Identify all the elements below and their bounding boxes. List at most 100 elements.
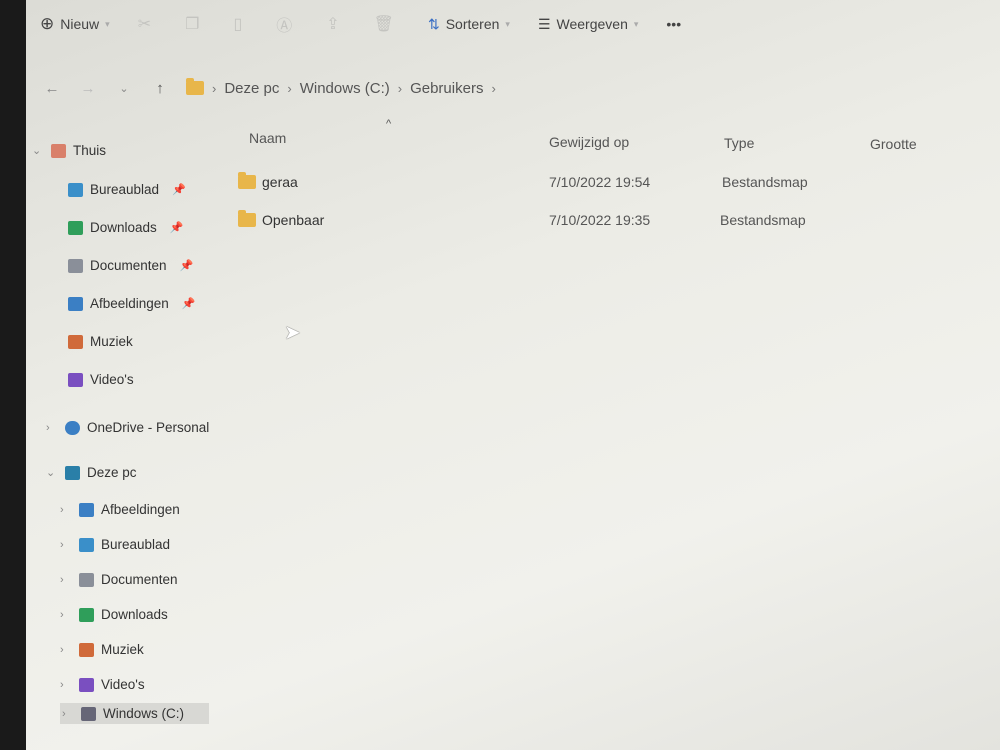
folder-icon (238, 210, 256, 227)
chevron-right-icon: › (62, 707, 66, 720)
folder-icon (79, 607, 94, 622)
folder-icon (79, 502, 94, 517)
sidebar-item[interactable]: ⌄ Deze pc (46, 465, 137, 480)
trash-icon: 🗑 (373, 16, 394, 33)
sidebar-item[interactable]: › Afbeeldingen (60, 502, 180, 517)
pin-icon: 📌 (172, 184, 186, 196)
home-icon (51, 143, 66, 158)
folder-icon (68, 220, 83, 235)
recent-chevron-icon[interactable]: ⌄ (106, 82, 142, 95)
folder-icon (79, 537, 94, 552)
folder-icon (79, 642, 94, 657)
chevron-right-icon: › (60, 538, 64, 551)
rename-button[interactable]: Ⓐ (276, 12, 292, 36)
share-icon: ⇪ (326, 16, 340, 33)
file-name: Openbaar (262, 212, 325, 228)
sidebar-item[interactable]: › OneDrive - Personal (46, 420, 209, 435)
back-arrow-icon[interactable]: ← (34, 80, 70, 97)
scissors-icon: ✂ (137, 16, 152, 33)
share-button[interactable]: ⇪ (326, 14, 339, 34)
sidebar-item[interactable]: › Documenten (60, 572, 178, 587)
monitor-icon (65, 465, 80, 480)
forward-arrow-icon[interactable]: → (70, 80, 106, 97)
navigation-bar: ← → ⌄ ↑ › Deze pc › Windows (C:) › Gebru… (26, 70, 1000, 106)
file-row[interactable]: Openbaar 7/10/2022 19:35 Bestandsmap (234, 206, 1000, 236)
sort-ascending-icon: ^ (386, 118, 392, 130)
more-button[interactable]: ••• (666, 16, 681, 32)
sidebar-item[interactable]: › Windows (C:) (60, 703, 210, 724)
up-arrow-icon[interactable]: ↑ (142, 80, 178, 97)
sidebar-item[interactable]: › Downloads (60, 607, 168, 622)
sidebar-item[interactable]: Afbeeldingen 📌 (68, 296, 196, 311)
file-row[interactable]: geraa 7/10/2022 19:54 Bestandsmap (234, 168, 1000, 198)
folder-icon (79, 572, 94, 587)
cloud-icon (65, 420, 80, 435)
chevron-down-icon: ⌄ (46, 467, 56, 479)
sidebar-item[interactable]: ⌄ Thuis (32, 143, 106, 158)
column-header-name[interactable]: Naam (249, 130, 286, 146)
chevron-right-icon: › (46, 421, 50, 434)
sidebar-item[interactable]: Documenten 📌 (68, 258, 193, 273)
file-type: Bestandsmap (720, 212, 806, 228)
list-icon: ☰ (537, 15, 551, 32)
chevron-down-icon: ▾ (633, 18, 639, 29)
mouse-cursor-icon: ➤ (284, 322, 301, 344)
command-bar: ⊕ Nieuw ▾ ✂ ❐ ▯ Ⓐ ⇪ 🗑 ⇅ Sorteren ▾ ☰ Weergeve… (26, 0, 1000, 48)
sort-button[interactable]: ⇅ Sorteren ▾ (428, 16, 510, 33)
rename-icon: Ⓐ (276, 18, 293, 35)
folder-icon (79, 677, 94, 692)
folder-icon (68, 372, 83, 387)
sidebar-item[interactable]: › Bureaublad (60, 537, 170, 552)
view-button[interactable]: ☰ Weergeven ▾ (538, 16, 638, 33)
file-type: Bestandsmap (722, 174, 808, 190)
chevron-right-icon: › (397, 80, 403, 96)
chevron-right-icon: › (60, 573, 64, 586)
folder-icon (68, 182, 83, 197)
column-header-type[interactable]: Type (724, 135, 754, 151)
breadcrumb-item[interactable]: Gebruikers (410, 80, 483, 97)
file-explorer-window: ⊕ Nieuw ▾ ✂ ❐ ▯ Ⓐ ⇪ 🗑 ⇅ Sorteren ▾ ☰ Weergeve… (26, 0, 1000, 750)
copy-button[interactable]: ❐ (185, 14, 199, 34)
folder-icon (186, 78, 204, 95)
sort-icon: ⇅ (427, 15, 440, 32)
paste-button[interactable]: ▯ (233, 14, 242, 34)
copy-icon: ❐ (185, 16, 200, 33)
cut-button[interactable]: ✂ (138, 14, 151, 34)
breadcrumb-item[interactable]: Windows (C:) (300, 80, 390, 97)
plus-circle-icon: ⊕ (40, 14, 55, 33)
clipboard-icon: ▯ (233, 16, 243, 33)
pin-icon: 📌 (169, 222, 184, 234)
sidebar-item[interactable]: Muziek (68, 334, 133, 349)
delete-button[interactable]: 🗑 (374, 14, 394, 34)
chevron-right-icon: › (60, 608, 64, 621)
sidebar-item[interactable]: Video's (68, 372, 134, 387)
sidebar-item[interactable]: › Video's (60, 677, 145, 692)
pin-icon: 📌 (179, 260, 194, 272)
chevron-right-icon: › (491, 80, 496, 96)
chevron-right-icon: › (60, 643, 64, 656)
sidebar-item[interactable]: › Muziek (60, 642, 144, 657)
sidebar-item[interactable]: Bureaublad 📌 (68, 182, 186, 197)
file-name: geraa (262, 174, 298, 190)
folder-icon (81, 706, 96, 721)
chevron-down-icon: ▾ (105, 18, 110, 29)
folder-icon (68, 296, 83, 311)
sidebar-item[interactable]: Downloads 📌 (68, 220, 184, 235)
chevron-right-icon: › (287, 80, 292, 96)
file-modified: 7/10/2022 19:54 (549, 174, 651, 190)
file-modified: 7/10/2022 19:35 (549, 212, 651, 228)
folder-icon (68, 258, 83, 273)
column-header-size[interactable]: Grootte (870, 136, 917, 152)
chevron-down-icon: ⌄ (32, 145, 42, 157)
chevron-down-icon: ▾ (505, 18, 510, 29)
breadcrumb[interactable]: › Deze pc › Windows (C:) › Gebruikers › (186, 78, 496, 97)
chevron-right-icon: › (60, 503, 64, 516)
folder-icon (68, 334, 83, 349)
folder-icon (238, 172, 256, 189)
breadcrumb-item[interactable]: Deze pc (224, 80, 279, 97)
column-header-modified[interactable]: Gewijzigd op (549, 134, 629, 150)
new-button[interactable]: ⊕ Nieuw ▾ (40, 14, 110, 34)
chevron-right-icon: › (60, 678, 64, 691)
pin-icon: 📌 (181, 298, 196, 310)
chevron-right-icon: › (212, 80, 217, 96)
